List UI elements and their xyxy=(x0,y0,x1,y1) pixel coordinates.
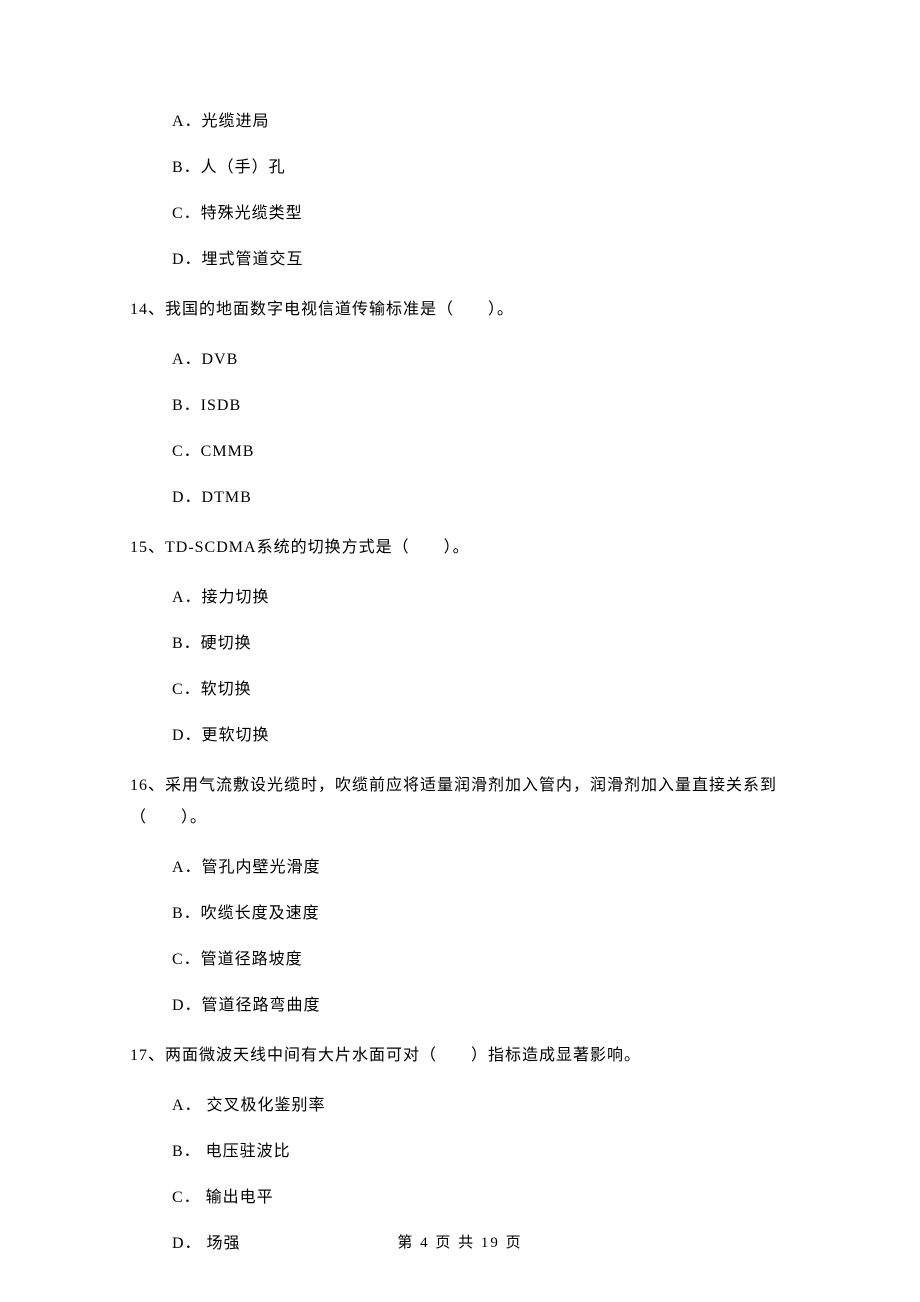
q17-text: 17、两面微波天线中间有大片水面可对（ ）指标造成显著影响。 xyxy=(130,1040,790,1072)
q14-option-b: B．ISDB xyxy=(172,394,790,418)
q14-text: 14、我国的地面数字电视信道传输标准是（ ）。 xyxy=(130,294,790,326)
q15-option-a: A．接力切换 xyxy=(172,586,790,610)
q15-text: 15、TD-SCDMA系统的切换方式是（ ）。 xyxy=(130,532,790,564)
q13-option-c: C．特殊光缆类型 xyxy=(172,202,790,226)
q13-option-a: A．光缆进局 xyxy=(172,110,790,134)
q16-option-c: C．管道径路坡度 xyxy=(172,948,790,972)
q16-text: 16、采用气流敷设光缆时，吹缆前应将适量润滑剂加入管内，润滑剂加入量直接关系到（… xyxy=(130,770,790,834)
q17-option-c: C． 输出电平 xyxy=(172,1186,790,1210)
q15-option-d: D．更软切换 xyxy=(172,724,790,748)
q14-option-c: C．CMMB xyxy=(172,440,790,464)
q16-option-b: B．吹缆长度及速度 xyxy=(172,902,790,926)
q13-option-d: D．埋式管道交互 xyxy=(172,248,790,272)
q16-option-a: A．管孔内壁光滑度 xyxy=(172,856,790,880)
q15-option-c: C．软切换 xyxy=(172,678,790,702)
q14-option-a: A．DVB xyxy=(172,348,790,372)
q16-option-d: D．管道径路弯曲度 xyxy=(172,994,790,1018)
q17-option-b: B． 电压驻波比 xyxy=(172,1140,790,1164)
q17-option-a: A． 交叉极化鉴别率 xyxy=(172,1094,790,1118)
q13-option-b: B．人（手）孔 xyxy=(172,156,790,180)
q15-option-b: B．硬切换 xyxy=(172,632,790,656)
page-footer: 第 4 页 共 19 页 xyxy=(0,1232,920,1255)
q14-option-d: D．DTMB xyxy=(172,486,790,510)
